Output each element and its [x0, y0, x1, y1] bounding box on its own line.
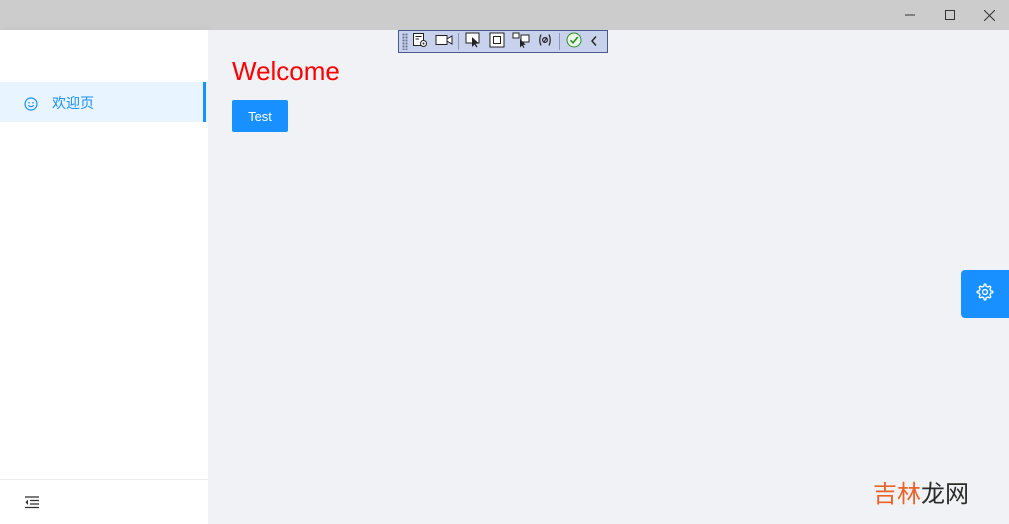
select-element-icon — [465, 32, 481, 52]
maximize-button[interactable] — [930, 0, 970, 30]
binding-failures-button[interactable] — [533, 31, 557, 52]
menu-fold-icon[interactable] — [24, 494, 40, 510]
layout-adorner-button[interactable] — [485, 31, 509, 52]
hot-reload-button[interactable] — [562, 31, 586, 52]
record-button[interactable] — [432, 31, 456, 52]
watermark-part-1: 吉林 — [873, 480, 921, 508]
window-titlebar — [0, 0, 1009, 30]
minimize-icon — [905, 10, 915, 20]
sidebar-footer — [0, 479, 208, 524]
track-focus-button[interactable] — [509, 31, 533, 52]
smile-icon — [24, 96, 38, 111]
minimize-button[interactable] — [890, 0, 930, 30]
page-title: Welcome — [232, 56, 340, 86]
binding-failures-icon — [537, 32, 553, 51]
live-tree-icon — [412, 32, 428, 52]
watermark-part-2: 龙网 — [921, 480, 969, 508]
close-icon — [983, 9, 995, 21]
settings-button[interactable] — [961, 270, 1009, 318]
debug-toolbar — [398, 30, 608, 53]
main-content: Welcome Test — [208, 30, 1009, 524]
layout-adorner-icon — [489, 32, 505, 52]
collapse-toolbar-button[interactable] — [586, 31, 602, 52]
maximize-icon — [945, 10, 955, 20]
collapse-toolbar-icon — [590, 32, 598, 51]
toolbar-separator — [458, 33, 459, 50]
toolbar-separator — [559, 33, 560, 50]
sidebar: 欢迎页 — [0, 30, 208, 524]
sidebar-item-label: 欢迎页 — [52, 96, 94, 112]
select-element-button[interactable] — [461, 31, 485, 52]
gear-icon — [976, 283, 994, 305]
hot-reload-check-icon — [566, 32, 582, 52]
watermark: 吉林龙网 — [873, 474, 969, 509]
record-icon — [435, 32, 453, 51]
live-tree-button[interactable] — [408, 31, 432, 52]
close-button[interactable] — [969, 0, 1009, 30]
test-button[interactable]: Test — [232, 100, 288, 132]
track-focus-icon — [512, 32, 530, 52]
sidebar-item-welcome[interactable]: 欢迎页 — [0, 82, 208, 122]
